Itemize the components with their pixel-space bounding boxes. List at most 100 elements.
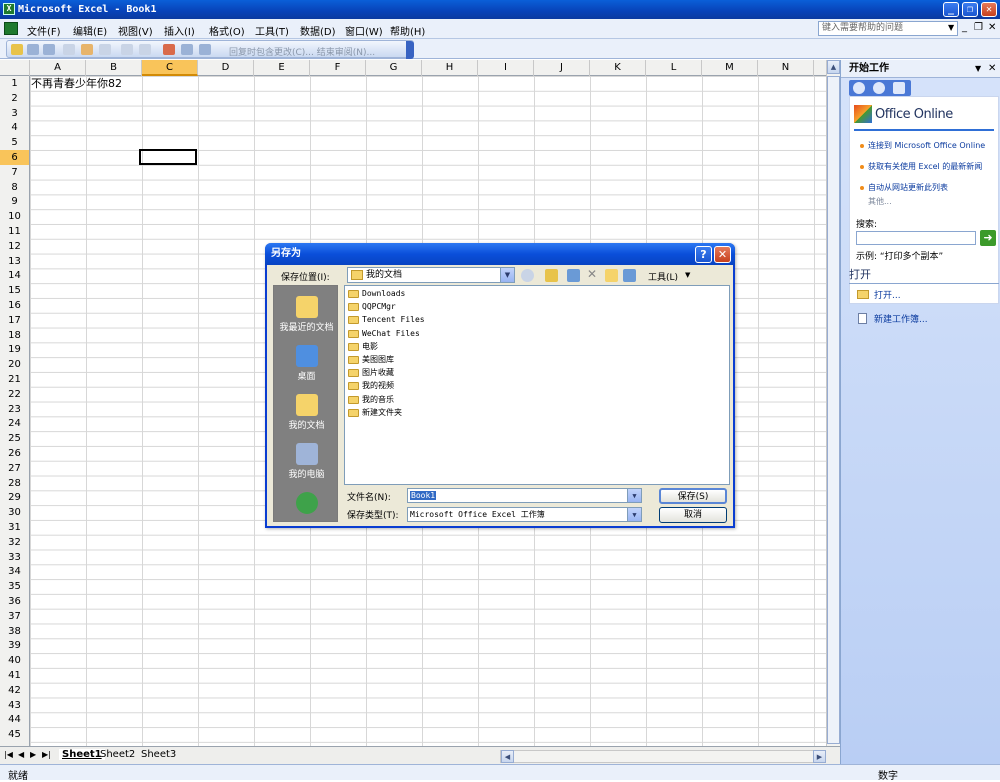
minimize-button[interactable]: _ xyxy=(943,2,959,17)
row-header[interactable]: 35 xyxy=(0,579,29,594)
help-dropdown-icon[interactable]: ▼ xyxy=(948,23,954,32)
reply-icon[interactable] xyxy=(199,44,211,55)
scroll-right-button[interactable]: ▶ xyxy=(813,750,826,763)
up-folder-icon[interactable] xyxy=(545,269,558,282)
row-header[interactable]: 27 xyxy=(0,461,29,476)
row-header[interactable]: 5 xyxy=(0,135,29,150)
column-header[interactable]: G xyxy=(366,60,422,76)
scroll-thumb[interactable] xyxy=(827,76,840,744)
row-header[interactable]: 18 xyxy=(0,328,29,343)
doc-minimize-button[interactable]: _ xyxy=(962,22,967,33)
file-list[interactable]: Downloads QQPCMgr Tencent Files WeChat File… xyxy=(344,285,730,485)
document-icon[interactable] xyxy=(4,22,18,35)
column-header[interactable]: M xyxy=(702,60,758,76)
menu-insert[interactable]: 插入(I) xyxy=(164,23,195,38)
row-header[interactable]: 26 xyxy=(0,446,29,461)
search-input[interactable] xyxy=(856,231,976,245)
row-header[interactable]: 15 xyxy=(0,283,29,298)
row-header[interactable]: 30 xyxy=(0,505,29,520)
open-icon[interactable] xyxy=(11,44,23,55)
file-item[interactable]: Tencent Files xyxy=(348,314,425,326)
row-header[interactable]: 3 xyxy=(0,106,29,121)
row-header[interactable]: 21 xyxy=(0,372,29,387)
menu-file[interactable]: 文件(F) xyxy=(27,23,61,38)
vertical-scrollbar[interactable]: ▲ xyxy=(826,60,840,746)
row-header[interactable]: 17 xyxy=(0,313,29,328)
row-header[interactable]: 1 xyxy=(0,76,29,91)
column-header[interactable]: C xyxy=(142,60,198,76)
place-network[interactable] xyxy=(274,492,339,516)
show-all-icon[interactable] xyxy=(181,44,193,55)
menu-view[interactable]: 视图(V) xyxy=(118,23,153,38)
file-item[interactable]: 美图图库 xyxy=(348,354,394,366)
row-header[interactable]: 37 xyxy=(0,609,29,624)
row-header[interactable]: 36 xyxy=(0,594,29,609)
doc-restore-button[interactable]: ❐ xyxy=(974,22,983,33)
forward-icon[interactable] xyxy=(873,82,885,94)
column-header[interactable]: A xyxy=(30,60,86,76)
scroll-up-button[interactable]: ▲ xyxy=(827,60,840,74)
link-auto-update[interactable]: 自动从网站更新此列表 xyxy=(868,183,996,193)
link-excel-news[interactable]: 获取有关使用 Excel 的最新新闻 xyxy=(868,162,996,172)
row-header[interactable]: 7 xyxy=(0,165,29,180)
sheet-tab-1[interactable]: Sheet1 xyxy=(59,749,105,760)
row-header[interactable]: 43 xyxy=(0,698,29,713)
file-item[interactable]: WeChat Files xyxy=(348,328,420,340)
row-header[interactable]: 23 xyxy=(0,402,29,417)
file-item[interactable]: 新建文件夹 xyxy=(348,407,402,419)
prev-change-icon[interactable] xyxy=(121,44,133,55)
chevron-down-icon[interactable]: ▼ xyxy=(685,271,690,279)
horizontal-scrollbar[interactable]: ◀ ▶ xyxy=(500,750,826,763)
column-header[interactable]: N xyxy=(758,60,814,76)
file-item[interactable]: QQPCMgr xyxy=(348,301,396,313)
column-header[interactable]: F xyxy=(310,60,366,76)
home-icon[interactable] xyxy=(893,82,905,94)
next-change-icon[interactable] xyxy=(139,44,151,55)
row-header[interactable]: 2 xyxy=(0,91,29,106)
scroll-left-button[interactable]: ◀ xyxy=(501,750,514,763)
views-icon[interactable] xyxy=(623,269,636,282)
row-header[interactable]: 34 xyxy=(0,564,29,579)
row-header[interactable]: 20 xyxy=(0,357,29,372)
place-my-documents[interactable]: 我的文档 xyxy=(274,394,339,431)
close-button[interactable]: ✕ xyxy=(981,2,997,17)
row-header[interactable]: 9 xyxy=(0,194,29,209)
link-more[interactable]: 其他... xyxy=(868,197,892,207)
place-my-computer[interactable]: 我的电脑 xyxy=(274,443,339,480)
save-icon[interactable] xyxy=(27,44,39,55)
row-header[interactable]: 16 xyxy=(0,298,29,313)
row-header[interactable]: 14 xyxy=(0,268,29,283)
file-item[interactable]: 图片收藏 xyxy=(348,367,394,379)
delete-comment-icon[interactable] xyxy=(99,44,111,55)
place-recent[interactable]: 我最近的文档 xyxy=(274,296,339,333)
menu-window[interactable]: 窗口(W) xyxy=(345,23,383,38)
select-all-corner[interactable] xyxy=(0,60,30,76)
search-go-button[interactable]: ➜ xyxy=(980,230,996,246)
row-header[interactable]: 10 xyxy=(0,209,29,224)
cell-a1[interactable]: 不再青春少年你82 xyxy=(31,76,122,91)
row-header[interactable]: 13 xyxy=(0,254,29,269)
new-folder-icon[interactable] xyxy=(605,269,618,282)
menu-tools[interactable]: 工具(T) xyxy=(255,23,289,38)
row-header[interactable]: 45 xyxy=(0,727,29,742)
toolbar-options-icon[interactable] xyxy=(406,41,414,59)
row-header[interactable]: 12 xyxy=(0,239,29,254)
place-desktop[interactable]: 桌面 xyxy=(274,345,339,382)
cancel-button[interactable]: 取消 xyxy=(659,507,727,523)
prev-sheet-icon[interactable]: ◀ xyxy=(18,750,24,759)
link-connect-office-online[interactable]: 连接到 Microsoft Office Online xyxy=(868,141,996,151)
search-web-icon[interactable] xyxy=(567,269,580,282)
track-changes-icon[interactable] xyxy=(163,44,175,55)
row-header[interactable]: 4 xyxy=(0,120,29,135)
row-header[interactable]: 42 xyxy=(0,683,29,698)
next-sheet-icon[interactable]: ▶ xyxy=(30,750,36,759)
row-header[interactable]: 22 xyxy=(0,387,29,402)
maximize-button[interactable]: ❐ xyxy=(962,2,978,17)
last-sheet-icon[interactable]: ▶| xyxy=(42,750,51,759)
column-header[interactable]: D xyxy=(198,60,254,76)
help-question-input[interactable]: 键入需要帮助的问题 xyxy=(818,21,958,36)
pane-dropdown-icon[interactable]: ▼ xyxy=(975,60,981,78)
row-header[interactable]: 6 xyxy=(0,150,29,165)
mail-icon[interactable] xyxy=(43,44,55,55)
help-question-button[interactable]: ? xyxy=(695,246,712,263)
